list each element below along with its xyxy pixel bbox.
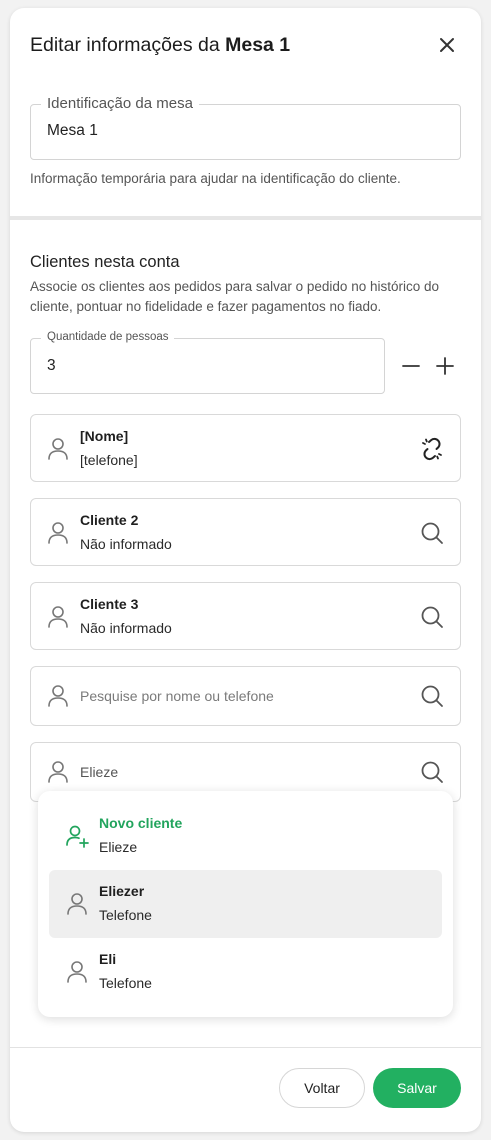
table-identification-value[interactable]: Mesa 1: [47, 122, 98, 140]
table-name: Mesa 1: [225, 34, 291, 56]
add-user-icon: [66, 825, 89, 848]
search-client-button[interactable]: [418, 603, 446, 631]
search-client-button[interactable]: [418, 519, 446, 547]
clients-section-description: Associe os clientes aos pedidos para sal…: [30, 279, 439, 314]
plus-icon: [436, 357, 454, 375]
back-button[interactable]: Voltar: [279, 1068, 365, 1108]
user-icon: [48, 606, 68, 628]
dropdown-item-sub: Elieze: [99, 839, 138, 855]
client-search-input[interactable]: [80, 761, 400, 783]
user-icon: [48, 761, 68, 783]
people-quantity-value[interactable]: 3: [47, 357, 56, 375]
dropdown-item-name: Novo cliente: [99, 815, 183, 831]
dropdown-item-new-client[interactable]: Novo cliente Elieze: [49, 802, 442, 870]
dropdown-item-client[interactable]: Eliezer Telefone: [49, 870, 442, 938]
dropdown-item-name: Eliezer: [99, 883, 145, 899]
client-name: [Nome]: [80, 428, 129, 444]
client-search-box[interactable]: [30, 666, 461, 726]
clients-section-title: Clientes nesta conta: [30, 253, 180, 271]
client-card[interactable]: Cliente 2 Não informado: [30, 498, 461, 566]
user-icon: [48, 522, 68, 544]
dropdown-item-name: Eli: [99, 951, 117, 967]
search-button[interactable]: [418, 682, 446, 710]
client-card[interactable]: [Nome] [telefone]: [30, 414, 461, 482]
minus-icon: [402, 365, 420, 367]
footer-divider: [10, 1047, 481, 1048]
search-icon: [421, 685, 443, 707]
dropdown-item-client[interactable]: Eli Telefone: [49, 938, 442, 1006]
close-button[interactable]: [434, 32, 460, 58]
increment-button[interactable]: [431, 352, 459, 380]
user-icon: [48, 438, 68, 460]
table-identification-label: Identificação da mesa: [41, 95, 199, 112]
client-phone: Não informado: [80, 620, 172, 636]
decrement-button[interactable]: [397, 352, 425, 380]
dialog-title: Editar informações da Mesa 1: [30, 34, 291, 56]
unlink-client-button[interactable]: [418, 435, 446, 463]
client-phone: Não informado: [80, 536, 172, 552]
search-button[interactable]: [418, 758, 446, 786]
client-suggestions-dropdown: Novo cliente Elieze Eliezer Telefone Eli…: [38, 791, 453, 1017]
edit-table-dialog: Editar informações da Mesa 1 Identificaç…: [10, 8, 481, 1132]
search-icon: [421, 761, 443, 783]
dropdown-item-sub: Telefone: [99, 907, 152, 923]
user-icon: [67, 961, 87, 983]
save-button[interactable]: Salvar: [373, 1068, 461, 1108]
search-icon: [421, 606, 443, 628]
dropdown-item-sub: Telefone: [99, 975, 152, 991]
client-card[interactable]: Cliente 3 Não informado: [30, 582, 461, 650]
client-search-input[interactable]: [80, 685, 400, 707]
section-divider: [10, 216, 481, 220]
client-phone: [telefone]: [80, 452, 138, 468]
client-name: Cliente 3: [80, 596, 139, 612]
search-icon: [421, 522, 443, 544]
people-quantity-label: Quantidade de pessoas: [41, 331, 175, 343]
close-icon: [440, 38, 454, 52]
user-icon: [48, 685, 68, 707]
table-identification-helper: Informação temporária para ajudar na ide…: [30, 171, 401, 186]
unlink-icon: [422, 437, 442, 461]
client-name: Cliente 2: [80, 512, 139, 528]
user-icon: [67, 893, 87, 915]
table-identification-field[interactable]: Identificação da mesa Mesa 1: [30, 95, 461, 160]
people-quantity-field[interactable]: Quantidade de pessoas 3: [30, 331, 385, 394]
